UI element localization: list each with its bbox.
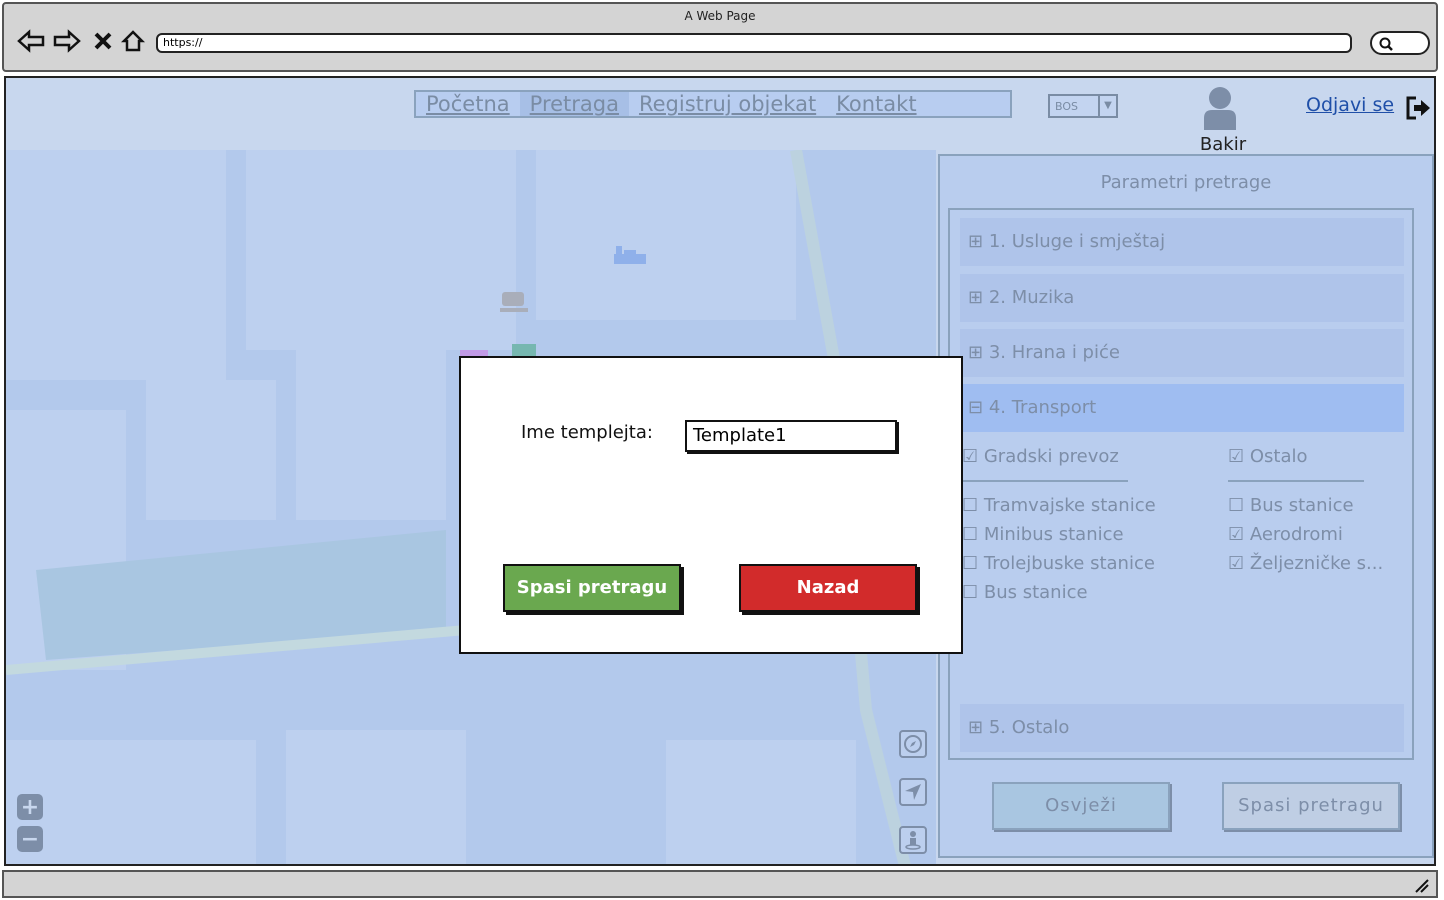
checkbox-ostalo-group[interactable]: ☑ Ostalo	[1228, 446, 1308, 467]
save-search-button[interactable]: Spasi pretragu	[503, 564, 681, 612]
nav-item-kontakt[interactable]: Kontakt	[826, 92, 926, 116]
checkbox-minibus-stanice[interactable]: ☐ Minibus stanice	[962, 524, 1124, 545]
zoom-in-icon[interactable]: +	[17, 794, 43, 820]
user-name: Bakir	[1199, 134, 1247, 155]
accordion-item-muzika[interactable]: ⊞ 2. Muzika	[960, 274, 1404, 322]
accordion-label: 5. Ostalo	[988, 717, 1070, 738]
forward-icon[interactable]	[52, 26, 82, 56]
back-icon[interactable]	[16, 26, 46, 56]
panel-title: Parametri pretrage	[1100, 172, 1272, 193]
browser-search-field[interactable]	[1370, 31, 1430, 55]
resize-grip-icon[interactable]	[1414, 878, 1430, 894]
status-bar	[2, 870, 1438, 898]
divider	[1228, 480, 1364, 482]
accordion-item-usluge[interactable]: ⊞ 1. Usluge i smještaj	[960, 218, 1404, 266]
home-icon[interactable]	[118, 26, 148, 56]
window-title: A Web Page	[684, 9, 756, 23]
locate-icon[interactable]	[899, 778, 927, 806]
checkbox-bus-stanice-right[interactable]: ☐ Bus stanice	[1228, 495, 1354, 516]
checkbox-bus-stanice-left[interactable]: ☐ Bus stanice	[962, 582, 1088, 603]
divider	[962, 480, 1128, 482]
parameters-accordion: ⊞ 1. Usluge i smještaj ⊞ 2. Muzika ⊞ 3. …	[948, 208, 1414, 760]
logout-link[interactable]: Odjavi se	[1306, 94, 1394, 116]
language-value: BOS	[1055, 100, 1078, 113]
logout-icon[interactable]	[1404, 94, 1432, 122]
address-bar[interactable]: https://	[156, 33, 1352, 53]
checkbox-aerodromi[interactable]: ☑ Aerodromi	[1228, 524, 1343, 545]
panel-save-search-button[interactable]: Spasi pretragu	[1222, 782, 1400, 830]
compass-icon[interactable]	[899, 730, 927, 758]
accordion-item-ostalo[interactable]: ⊞ 5. Ostalo	[960, 704, 1404, 752]
back-button[interactable]: Nazad	[739, 564, 917, 612]
accordion-item-transport[interactable]: ⊟ 4. Transport	[960, 384, 1404, 432]
accordion-label: 1. Usluge i smještaj	[988, 231, 1166, 252]
checkbox-zeljeznicke-stanice[interactable]: ☑ Željezničke s...	[1228, 553, 1383, 574]
user-avatar-icon	[1204, 87, 1236, 130]
checkbox-trolejbuske-stanice[interactable]: ☐ Trolejbuske stanice	[962, 553, 1155, 574]
checkbox-gradski-prevoz[interactable]: ☑ Gradski prevoz	[962, 446, 1119, 467]
nav-item-pocetna[interactable]: Početna	[416, 92, 520, 116]
search-icon	[1379, 37, 1393, 51]
accordion-label: 2. Muzika	[988, 287, 1075, 308]
language-select[interactable]: BOS ▼	[1048, 94, 1118, 118]
template-name-label: Ime templejta:	[521, 422, 653, 443]
accordion-label: 3. Hrana i piće	[988, 342, 1120, 363]
zoom-out-icon[interactable]: −	[17, 826, 43, 852]
close-icon[interactable]	[88, 26, 118, 56]
chevron-down-icon: ▼	[1098, 96, 1116, 116]
accordion-item-hrana[interactable]: ⊞ 3. Hrana i piće	[960, 329, 1404, 377]
nav-item-registruj-objekat[interactable]: Registruj objekat	[629, 92, 826, 116]
main-nav: Početna Pretraga Registruj objekat Konta…	[414, 90, 1012, 118]
nav-item-pretraga[interactable]: Pretraga	[519, 92, 629, 116]
checkbox-tramvajske-stanice[interactable]: ☐ Tramvajske stanice	[962, 495, 1156, 516]
street-view-icon[interactable]	[899, 826, 927, 854]
refresh-button[interactable]: Osvježi	[992, 782, 1170, 830]
search-parameters-panel: Parametri pretrage ⊞ 1. Usluge i smješta…	[938, 154, 1434, 858]
browser-chrome: A Web Page https://	[2, 2, 1438, 72]
save-template-dialog: Ime templejta: Template1 Spasi pretragu …	[459, 356, 963, 654]
accordion-label: 4. Transport	[988, 397, 1097, 418]
template-name-input[interactable]: Template1	[685, 420, 897, 452]
